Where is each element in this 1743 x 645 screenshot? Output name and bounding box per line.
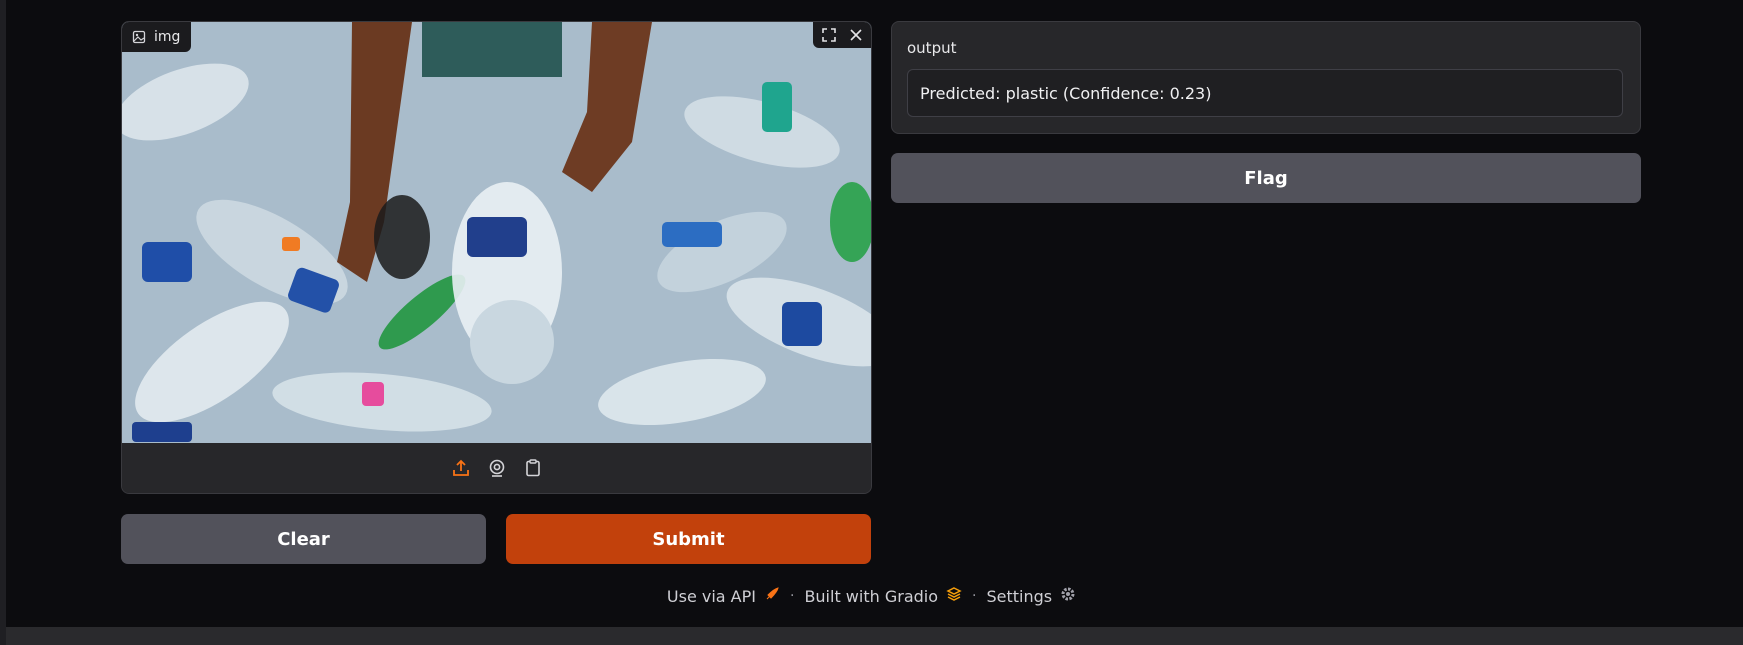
footer-separator: · bbox=[789, 588, 795, 604]
image-icon bbox=[132, 30, 146, 44]
use-via-api-label: Use via API bbox=[666, 586, 756, 606]
clipboard-icon[interactable] bbox=[522, 457, 544, 479]
footer-separator: · bbox=[972, 588, 977, 604]
flag-button[interactable]: Flag bbox=[891, 153, 1641, 203]
image-input-label-text: img bbox=[154, 29, 181, 45]
uploaded-image bbox=[122, 22, 871, 443]
image-input-label: img bbox=[122, 22, 192, 52]
output-label: output bbox=[907, 39, 957, 57]
submit-button[interactable]: Submit bbox=[506, 514, 871, 564]
webcam-icon[interactable] bbox=[486, 457, 508, 479]
settings-label: Settings bbox=[986, 586, 1053, 606]
clear-button[interactable]: Clear bbox=[121, 514, 486, 564]
gear-icon bbox=[1060, 586, 1076, 606]
upload-icon[interactable] bbox=[450, 457, 472, 479]
built-with-gradio-label: Built with Gradio bbox=[804, 586, 939, 606]
close-icon[interactable] bbox=[846, 25, 866, 45]
image-source-bar bbox=[122, 443, 871, 493]
output-textbox[interactable]: Predicted: plastic (Confidence: 0.23) bbox=[907, 69, 1623, 117]
output-panel: output Predicted: plastic (Confidence: 0… bbox=[891, 21, 1641, 134]
footer: Use via API · Built with Gradio · Settin… bbox=[0, 583, 1743, 609]
use-via-api-link[interactable]: Use via API bbox=[667, 586, 780, 606]
fullscreen-icon[interactable] bbox=[819, 25, 839, 45]
image-input-panel[interactable]: img bbox=[121, 21, 872, 494]
gradio-logo-icon bbox=[946, 586, 962, 606]
settings-link[interactable]: Settings bbox=[986, 586, 1076, 606]
built-with-gradio-link[interactable]: Built with Gradio bbox=[804, 586, 962, 606]
image-corner-toolbar bbox=[813, 22, 871, 48]
rocket-icon bbox=[764, 586, 780, 606]
